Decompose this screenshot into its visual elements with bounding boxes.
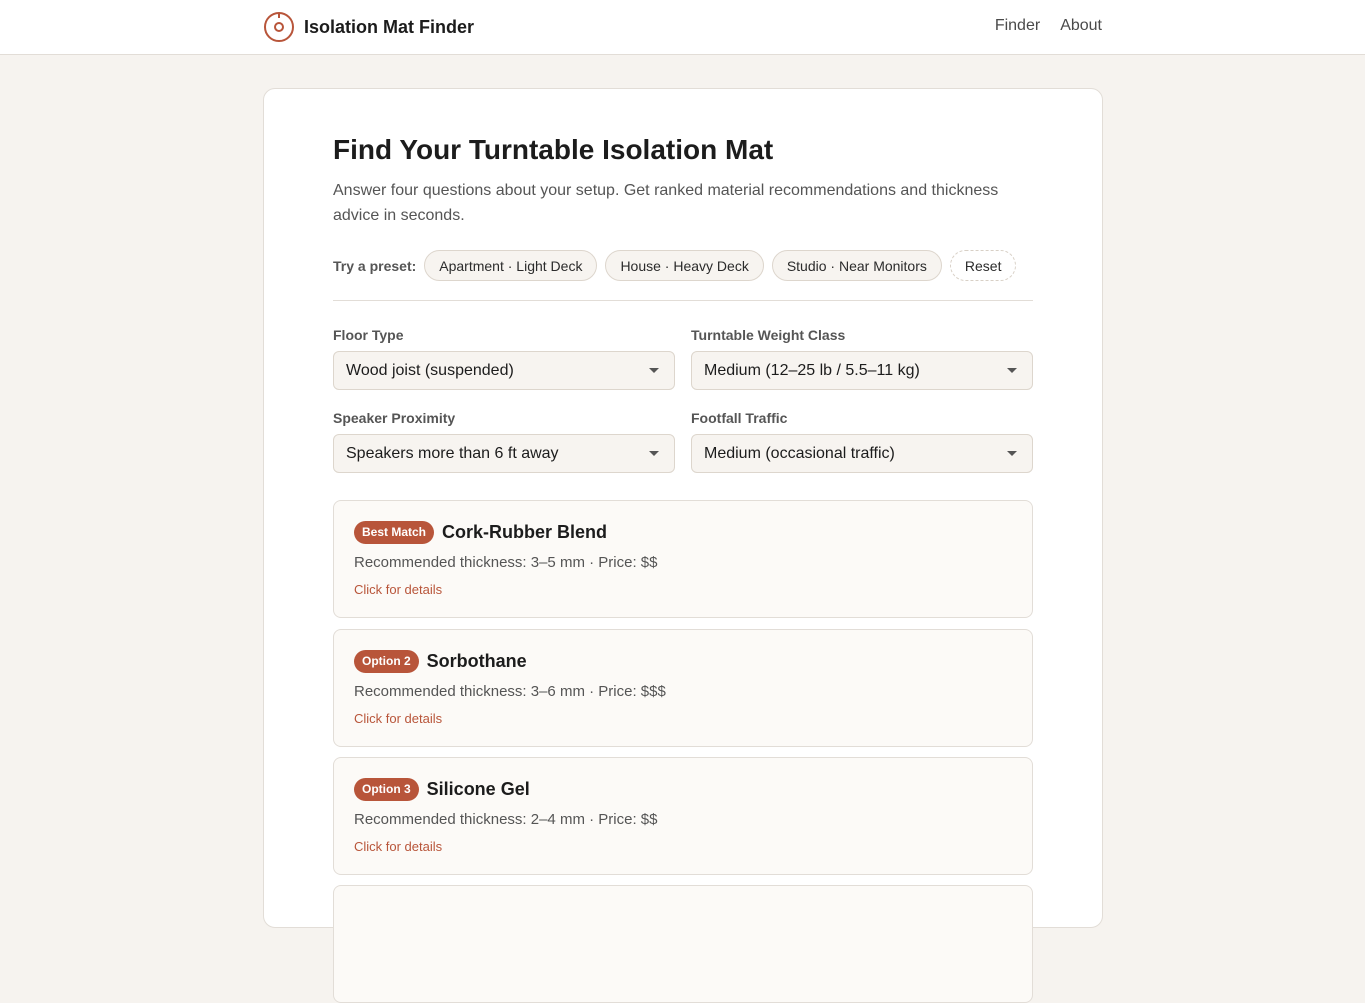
result-card-partial[interactable] xyxy=(333,885,1033,1003)
details-link[interactable]: Click for details xyxy=(354,839,442,854)
material-meta: Recommended thickness: 3–5 mm · Price: $… xyxy=(354,554,658,571)
top-bar: Isolation Mat Finder Finder About xyxy=(0,0,1365,55)
preset-apartment-light-deck-button[interactable]: Apartment · Light Deck xyxy=(424,250,598,281)
rank-badge: Option 2 xyxy=(354,650,419,673)
weight-class-select[interactable]: Medium (12–25 lb / 5.5–11 kg) xyxy=(691,351,1033,390)
rank-badge: Option 3 xyxy=(354,778,419,801)
divider xyxy=(333,300,1033,301)
footfall-value: Medium (occasional traffic) xyxy=(704,445,895,462)
chevron-down-icon xyxy=(649,451,659,456)
floor-type-label: Floor Type xyxy=(333,327,404,343)
result-card[interactable]: Option 3 Silicone Gel Recommended thickn… xyxy=(333,757,1033,875)
footfall-field: Footfall Traffic Medium (occasional traf… xyxy=(691,410,1033,473)
floor-type-field: Floor Type Wood joist (suspended) xyxy=(333,327,675,390)
preset-studio-near-monitors-button[interactable]: Studio · Near Monitors xyxy=(771,250,942,281)
nav-about-link[interactable]: About xyxy=(1060,17,1102,35)
floor-type-select[interactable]: Wood joist (suspended) xyxy=(333,351,675,390)
material-meta: Recommended thickness: 2–4 mm · Price: $… xyxy=(354,811,658,828)
chevron-down-icon xyxy=(649,368,659,373)
weight-class-label: Turntable Weight Class xyxy=(691,327,846,343)
footfall-label: Footfall Traffic xyxy=(691,410,788,426)
chevron-down-icon xyxy=(1007,368,1017,373)
preset-label: Try a preset: xyxy=(333,257,417,274)
material-name: Cork-Rubber Blend xyxy=(442,522,608,542)
result-header: Option 3 Silicone Gel xyxy=(354,778,530,801)
result-header: Option 2 Sorbothane xyxy=(354,650,527,673)
result-card[interactable]: Best Match Cork-Rubber Blend Recommended… xyxy=(333,500,1033,618)
turntable-record-icon xyxy=(264,12,294,42)
page-intro: Answer four questions about your setup. … xyxy=(333,182,999,224)
preset-house-heavy-deck-button[interactable]: House · Heavy Deck xyxy=(605,250,764,281)
rank-badge: Best Match xyxy=(354,521,435,544)
result-header: Best Match Cork-Rubber Blend xyxy=(354,521,607,544)
reset-button[interactable]: Reset xyxy=(949,250,1017,281)
material-name: Sorbothane xyxy=(426,651,527,671)
speaker-proximity-label: Speaker Proximity xyxy=(333,410,456,426)
nav-finder-link[interactable]: Finder xyxy=(995,17,1040,35)
page-title: Find Your Turntable Isolation Mat xyxy=(333,134,774,165)
chevron-down-icon xyxy=(1007,451,1017,456)
details-link[interactable]: Click for details xyxy=(354,711,442,726)
details-link[interactable]: Click for details xyxy=(354,582,442,597)
finder-card: Find Your Turntable Isolation Mat Answer… xyxy=(263,88,1103,1003)
result-card[interactable]: Option 2 Sorbothane Recommended thicknes… xyxy=(333,629,1033,747)
material-meta: Recommended thickness: 3–6 mm · Price: $… xyxy=(354,683,666,700)
speaker-proximity-field: Speaker Proximity Speakers more than 6 f… xyxy=(333,410,675,473)
main-nav: Finder About xyxy=(995,17,1102,35)
speaker-proximity-value: Speakers more than 6 ft away xyxy=(346,445,559,462)
brand-name: Isolation Mat Finder xyxy=(304,16,475,37)
speaker-proximity-select[interactable]: Speakers more than 6 ft away xyxy=(333,434,675,473)
weight-class-field: Turntable Weight Class Medium (12–25 lb … xyxy=(691,327,1033,390)
material-name: Silicone Gel xyxy=(426,779,530,799)
weight-class-value: Medium (12–25 lb / 5.5–11 kg) xyxy=(704,362,920,379)
preset-bar: Try a preset: Apartment · Light Deck Hou… xyxy=(333,250,1024,281)
brand[interactable]: Isolation Mat Finder xyxy=(263,11,474,43)
footfall-select[interactable]: Medium (occasional traffic) xyxy=(691,434,1033,473)
floor-type-value: Wood joist (suspended) xyxy=(346,362,514,379)
